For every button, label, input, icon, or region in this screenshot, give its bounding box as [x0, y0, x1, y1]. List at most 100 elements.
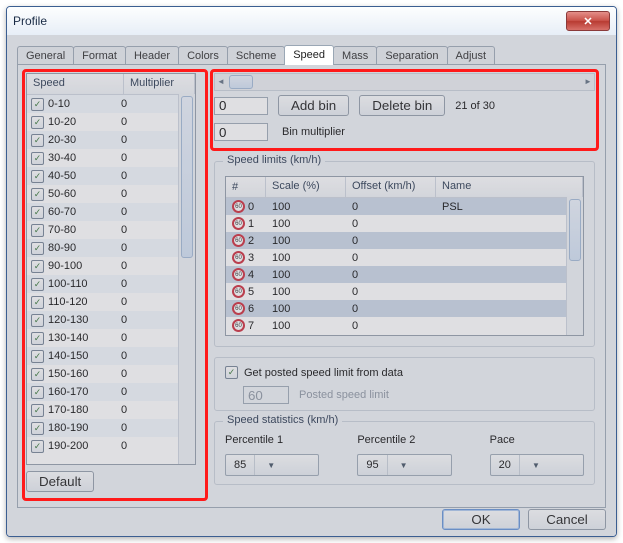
speed-limit-row[interactable]: 6021000: [226, 232, 583, 249]
speed-limit-row[interactable]: 6031000: [226, 249, 583, 266]
bin-label: 90-100: [48, 260, 82, 272]
bin-checkbox[interactable]: ✓: [31, 332, 44, 345]
bin-row[interactable]: ✓50-600: [27, 185, 195, 203]
bin-row[interactable]: ✓30-400: [27, 149, 195, 167]
bin-checkbox[interactable]: ✓: [31, 260, 44, 273]
col-multiplier[interactable]: Multiplier: [124, 74, 195, 94]
bin-checkbox[interactable]: ✓: [31, 368, 44, 381]
speed-limit-row[interactable]: 6011000: [226, 215, 583, 232]
speed-limit-row[interactable]: 6051000: [226, 283, 583, 300]
bin-checkbox[interactable]: ✓: [31, 152, 44, 165]
bin-row[interactable]: ✓120-1300: [27, 311, 195, 329]
sl-n: 0: [248, 201, 254, 213]
bin-row[interactable]: ✓0-100: [27, 95, 195, 113]
tab-mass[interactable]: Mass: [333, 46, 377, 65]
bin-row[interactable]: ✓40-500: [27, 167, 195, 185]
bin-row[interactable]: ✓140-1500: [27, 347, 195, 365]
bin-row[interactable]: ✓110-1200: [27, 293, 195, 311]
speed-limit-row[interactable]: 6071000: [226, 317, 583, 334]
tab-adjust[interactable]: Adjust: [447, 46, 496, 65]
speed-limits-table[interactable]: # Scale (%) Offset (km/h) Name 6001000PS…: [225, 176, 584, 336]
cancel-button[interactable]: Cancel: [528, 509, 606, 530]
left-scrollbar[interactable]: [178, 94, 195, 464]
bin-label: 10-20: [48, 116, 76, 128]
bin-label: 30-40: [48, 152, 76, 164]
bin-row[interactable]: ✓170-1800: [27, 401, 195, 419]
bin-checkbox[interactable]: ✓: [31, 98, 44, 111]
speed-sign-icon: 60: [232, 251, 245, 264]
bin-checkbox[interactable]: ✓: [31, 296, 44, 309]
bin-row[interactable]: ✓160-1700: [27, 383, 195, 401]
sl-scroll-thumb[interactable]: [569, 199, 581, 261]
scroll-left-icon[interactable]: ◄: [215, 74, 227, 88]
p2-combo[interactable]: 95▼: [357, 454, 451, 476]
bin-row[interactable]: ✓20-300: [27, 131, 195, 149]
tab-general[interactable]: General: [17, 46, 74, 65]
bin-scrollbar[interactable]: ◄ ►: [214, 73, 595, 91]
bin-checkbox[interactable]: ✓: [31, 350, 44, 363]
pace-combo[interactable]: 20▼: [490, 454, 584, 476]
bin-value-input[interactable]: [214, 97, 268, 115]
bin-checkbox[interactable]: ✓: [31, 224, 44, 237]
tab-speed[interactable]: Speed: [284, 45, 334, 65]
tab-colors[interactable]: Colors: [178, 46, 228, 65]
bin-row[interactable]: ✓190-2000: [27, 437, 195, 455]
delete-bin-button[interactable]: Delete bin: [359, 95, 445, 116]
left-scroll-thumb[interactable]: [181, 96, 193, 258]
pace-label: Pace: [490, 434, 584, 446]
bin-row[interactable]: ✓80-900: [27, 239, 195, 257]
sl-col-n[interactable]: #: [226, 177, 266, 197]
default-button[interactable]: Default: [26, 471, 94, 492]
bin-checkbox[interactable]: ✓: [31, 278, 44, 291]
psl-checkbox[interactable]: ✓: [225, 366, 238, 379]
bin-checkbox[interactable]: ✓: [31, 134, 44, 147]
speed-sign-icon: 60: [232, 302, 245, 315]
bin-row[interactable]: ✓60-700: [27, 203, 195, 221]
add-bin-button[interactable]: Add bin: [278, 95, 349, 116]
ok-button[interactable]: OK: [442, 509, 520, 530]
speed-limit-row[interactable]: 6041000: [226, 266, 583, 283]
sl-n: 5: [248, 286, 254, 298]
bin-row[interactable]: ✓70-800: [27, 221, 195, 239]
speed-limit-row[interactable]: 6001000PSL: [226, 198, 583, 215]
p1-combo[interactable]: 85▼: [225, 454, 319, 476]
bin-scroll-thumb[interactable]: [229, 75, 253, 89]
speed-limit-row[interactable]: 6061000: [226, 300, 583, 317]
stats-group: Speed statistics (km/h) Percentile 1 Per…: [214, 421, 595, 485]
bin-checkbox[interactable]: ✓: [31, 422, 44, 435]
sl-offset: 0: [346, 218, 436, 230]
sl-offset: 0: [346, 269, 436, 281]
bin-checkbox[interactable]: ✓: [31, 404, 44, 417]
sl-col-offset[interactable]: Offset (km/h): [346, 177, 436, 197]
bin-checkbox[interactable]: ✓: [31, 170, 44, 183]
bin-row[interactable]: ✓10-200: [27, 113, 195, 131]
sl-scrollbar[interactable]: [566, 197, 583, 335]
sl-col-scale[interactable]: Scale (%): [266, 177, 346, 197]
bin-checkbox[interactable]: ✓: [31, 440, 44, 453]
bin-checkbox[interactable]: ✓: [31, 314, 44, 327]
bin-multiplier-input[interactable]: [214, 123, 268, 141]
tab-format[interactable]: Format: [73, 46, 126, 65]
tab-header[interactable]: Header: [125, 46, 179, 65]
sl-col-name[interactable]: Name: [436, 177, 583, 197]
bin-row[interactable]: ✓150-1600: [27, 365, 195, 383]
bin-row[interactable]: ✓100-1100: [27, 275, 195, 293]
sl-n: 4: [248, 269, 254, 281]
bin-checkbox[interactable]: ✓: [31, 242, 44, 255]
bin-row[interactable]: ✓90-1000: [27, 257, 195, 275]
bin-checkbox[interactable]: ✓: [31, 188, 44, 201]
close-button[interactable]: ✕: [566, 11, 610, 31]
bin-row[interactable]: ✓180-1900: [27, 419, 195, 437]
sl-scale: 100: [266, 320, 346, 332]
stats-title: Speed statistics (km/h): [223, 414, 342, 426]
speed-bin-table[interactable]: Speed Multiplier ✓0-100✓10-200✓20-300✓30…: [26, 73, 196, 465]
tab-separation[interactable]: Separation: [376, 46, 447, 65]
col-speed[interactable]: Speed: [27, 74, 124, 94]
bin-checkbox[interactable]: ✓: [31, 116, 44, 129]
bin-checkbox[interactable]: ✓: [31, 206, 44, 219]
bin-row[interactable]: ✓130-1400: [27, 329, 195, 347]
bin-checkbox[interactable]: ✓: [31, 386, 44, 399]
sl-scale: 100: [266, 286, 346, 298]
tab-scheme[interactable]: Scheme: [227, 46, 285, 65]
scroll-right-icon[interactable]: ►: [582, 74, 594, 88]
